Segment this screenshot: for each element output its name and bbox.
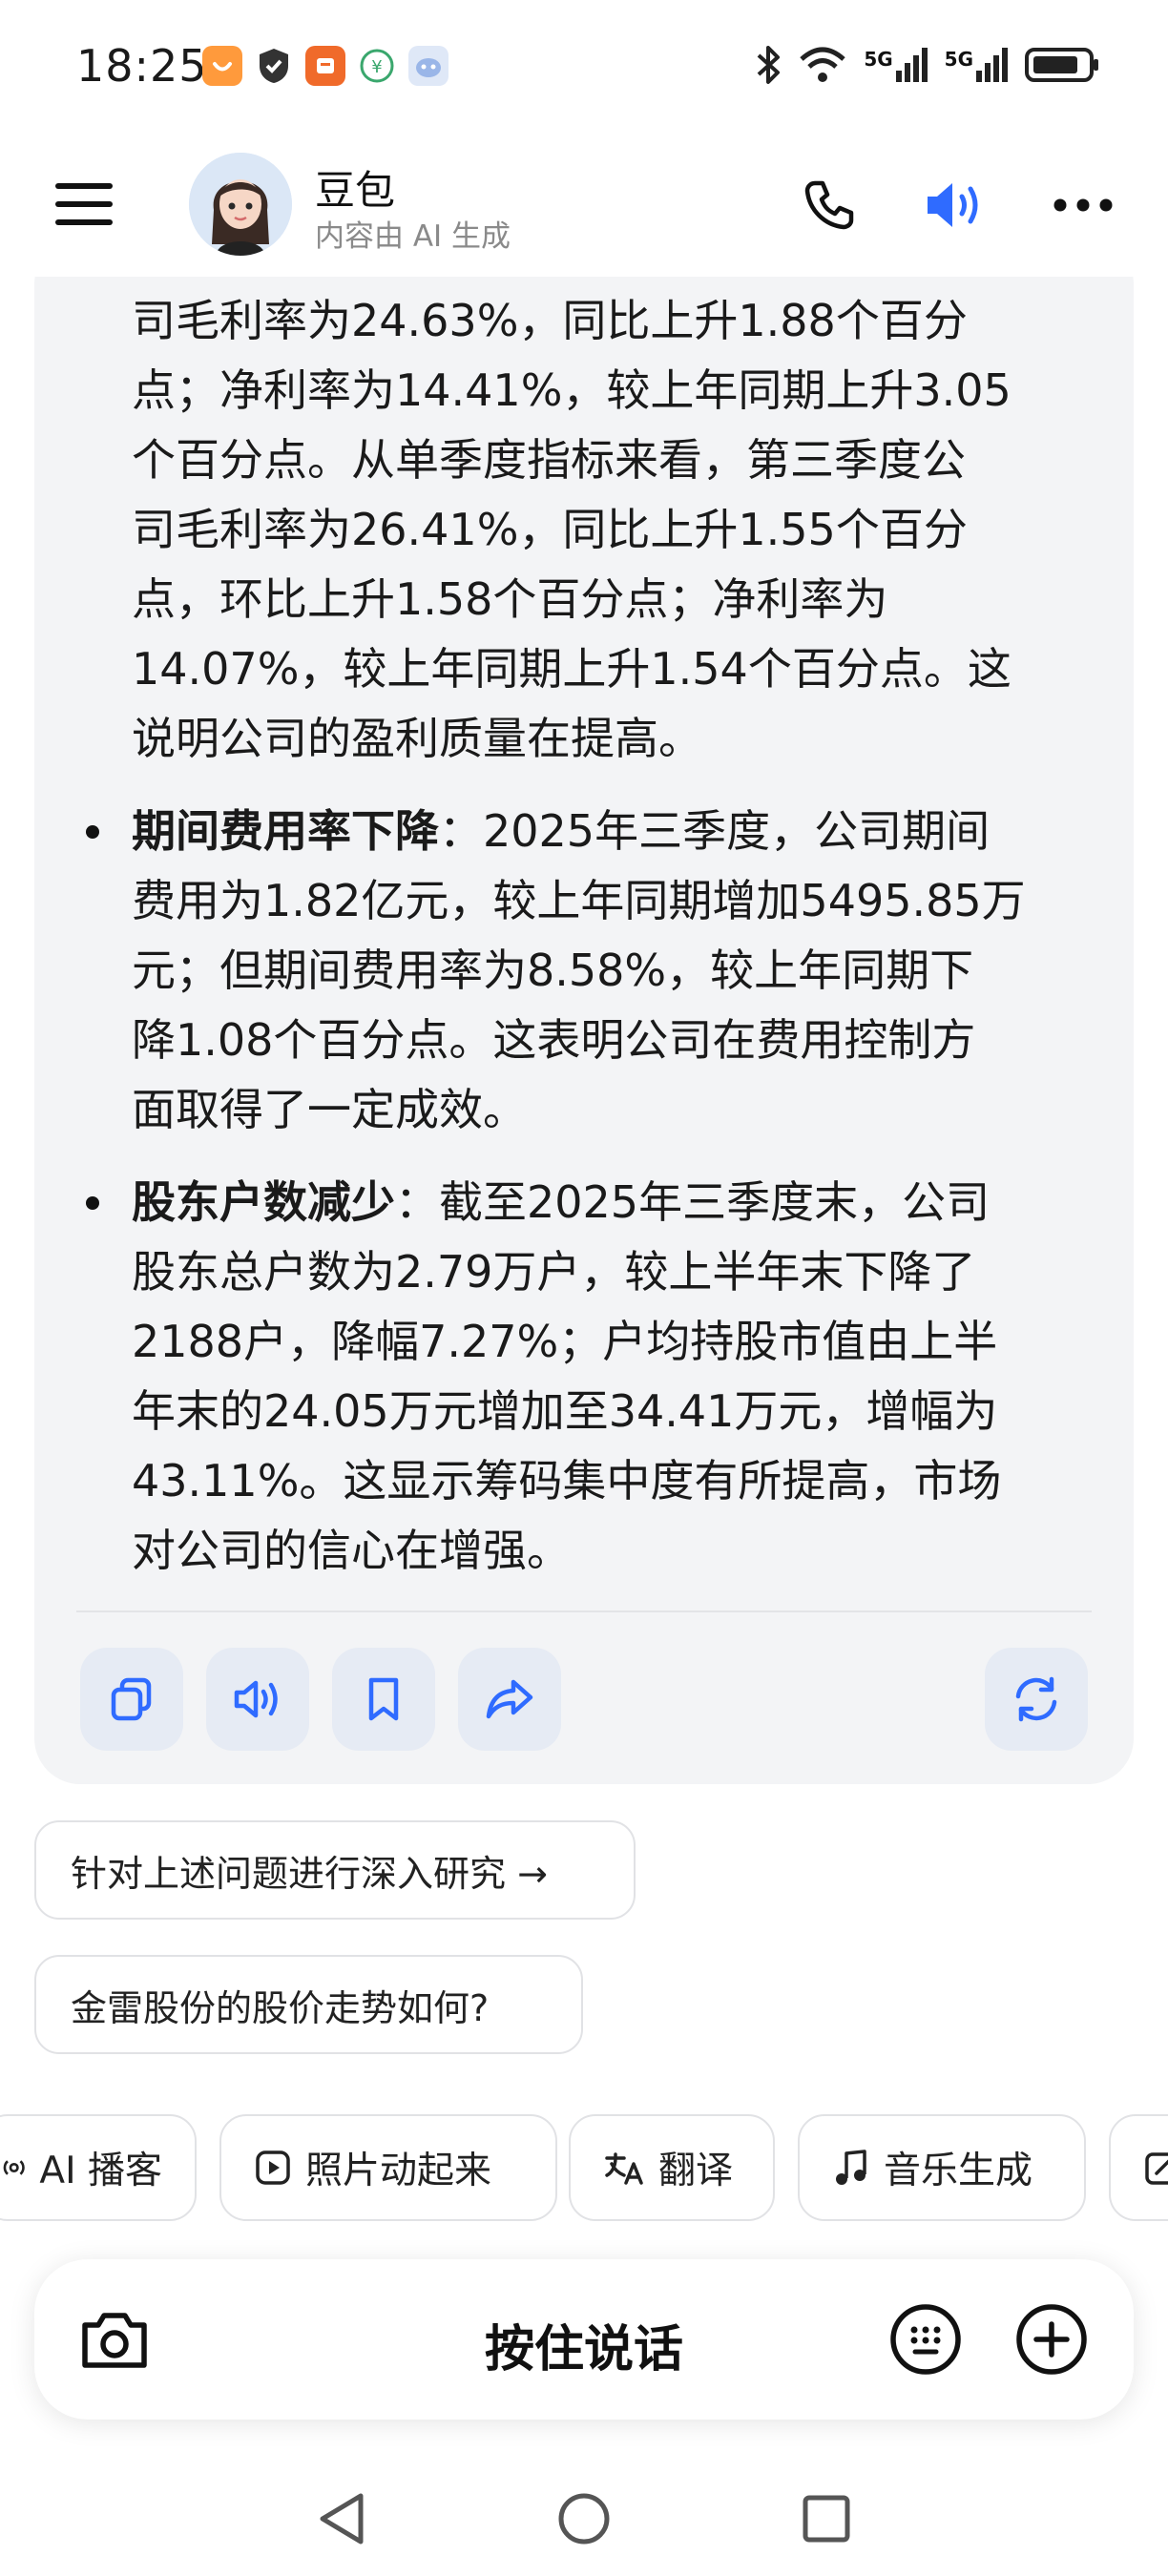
recents-button[interactable]: [788, 2481, 865, 2557]
notification-icons: ¥: [202, 46, 448, 86]
system-icons: 5G 5G: [755, 44, 1101, 86]
bullet-item: 期间费用率下降：2025年三季度，公司期间 费用为1.82亿元，较上年同期增加5…: [86, 797, 1124, 1145]
network-type-label: 5G: [944, 48, 973, 71]
suggestion-stock-trend[interactable]: 金雷股份的股价走势如何?: [34, 1955, 583, 2054]
battery-icon: [1025, 48, 1098, 82]
text-line: ：2025年三季度，公司期间: [439, 805, 991, 857]
bluetooth-icon: [757, 46, 781, 84]
recents-square-icon: [803, 2495, 850, 2543]
text-line: 费用为1.82亿元，较上年同期增加5495.85万: [132, 875, 1026, 926]
text-line: 面取得了一定成效。: [132, 1084, 527, 1135]
keyboard-button[interactable]: [884, 2297, 968, 2381]
ai-message-bubble: 司毛利率为24.63%，同比上升1.88个百分 点；净利率为14.41%，较上年…: [34, 239, 1134, 1784]
tool-ai-podcast[interactable]: AI 播客: [0, 2114, 197, 2221]
more-options-button[interactable]: [1050, 172, 1116, 239]
text-line: 年末的24.05万元增加至34.41万元，增幅为: [132, 1385, 998, 1437]
tool-edit[interactable]: [1109, 2114, 1168, 2221]
tool-translate[interactable]: 翻译: [569, 2114, 775, 2221]
menu-button[interactable]: [55, 183, 116, 225]
text-line: 司毛利率为24.63%，同比上升1.88个百分: [132, 295, 968, 346]
text-line: 司毛利率为26.41%，同比上升1.55个百分: [132, 504, 968, 555]
podcast-icon: [3, 2160, 25, 2175]
tool-label: 照片动起来: [305, 2150, 492, 2192]
chat-input-bar: 按住说话: [34, 2259, 1134, 2420]
back-button[interactable]: [303, 2481, 380, 2557]
more-icon: [1053, 198, 1113, 212]
text-line: 说明公司的盈利质量在提高。: [132, 713, 702, 764]
back-triangle-icon: [320, 2493, 364, 2545]
text-line: 个百分点。从单季度指标来看，第三季度公: [132, 434, 966, 486]
bot-avatar[interactable]: [189, 153, 292, 256]
tool-label: 翻译: [658, 2150, 734, 2192]
status-bar: 18:25 ¥ 5G 5G: [0, 0, 1168, 134]
suggestion-deep-research[interactable]: 针对上述问题进行深入研究 →: [34, 1820, 636, 1920]
voice-playback-button[interactable]: [922, 172, 989, 239]
action-divider: [76, 1610, 1092, 1612]
music-icon: [836, 2150, 866, 2185]
call-button[interactable]: [796, 172, 863, 239]
doubao-notification-icon: [408, 46, 448, 86]
bookmark-icon: [368, 1677, 399, 1721]
translate-icon: [605, 2152, 643, 2185]
home-circle-icon: [558, 2493, 610, 2545]
hold-to-talk-button[interactable]: 按住说话: [34, 2309, 1134, 2380]
shield-notification-icon: [254, 46, 294, 86]
quick-tools-row: AI 播客 照片动起来 翻译 音乐生成: [0, 2114, 1168, 2221]
cell-signal-2-icon: 5G: [945, 48, 1008, 82]
ai-generated-label: 内容由 AI 生成: [315, 219, 511, 254]
regenerate-button[interactable]: [985, 1648, 1088, 1751]
chat-header: 豆包 内容由 AI 生成: [0, 134, 1168, 277]
suggestion-label: 针对上述问题进行深入研究 →: [71, 1852, 548, 1895]
network-type-label: 5G: [864, 48, 893, 71]
text-line: 14.07%，较上年同期上升1.54个百分点。这: [132, 643, 1012, 695]
text-line: 对公司的信心在增强。: [132, 1525, 571, 1576]
taobao-notification-icon: [202, 46, 242, 86]
tool-music-generation[interactable]: 音乐生成: [798, 2114, 1086, 2221]
cell-signal-1-icon: 5G: [864, 48, 928, 82]
tool-label: 音乐生成: [884, 2150, 1033, 2192]
edit-icon: [1145, 2152, 1168, 2185]
text-line: ：截至2025年三季度末，公司: [395, 1176, 991, 1228]
refresh-icon: [1015, 1676, 1057, 1722]
intro-paragraph: 司毛利率为24.63%，同比上升1.88个百分 点；净利率为14.41%，较上年…: [132, 286, 1124, 774]
tool-label: AI 播客: [39, 2150, 162, 2192]
copy-icon: [111, 1677, 152, 1721]
read-aloud-button[interactable]: [206, 1648, 309, 1751]
svg-text:¥: ¥: [371, 57, 382, 77]
menu-icon: [55, 183, 113, 189]
bot-name: 豆包: [315, 167, 396, 214]
add-button[interactable]: [1010, 2297, 1094, 2381]
copy-button[interactable]: [80, 1648, 183, 1751]
bullet-title: 期间费用率下降: [132, 805, 439, 857]
bank-notification-icon: ¥: [357, 46, 397, 86]
bookmark-button[interactable]: [332, 1648, 435, 1751]
message-content: 司毛利率为24.63%，同比上升1.88个百分 点；净利率为14.41%，较上年…: [86, 286, 1124, 1586]
share-button[interactable]: [458, 1648, 561, 1751]
text-line: 股东总户数为2.79万户，较上半年末下降了: [132, 1246, 976, 1298]
play-icon: [256, 2150, 290, 2185]
phone-icon: [804, 180, 854, 230]
tool-animate-photo[interactable]: 照片动起来: [219, 2114, 557, 2221]
bullet-item: 股东户数减少：截至2025年三季度末，公司 股东总户数为2.79万户，较上半年末…: [86, 1168, 1124, 1586]
text-line: 点；净利率为14.41%，较上年同期上升3.05: [132, 364, 1012, 416]
status-time: 18:25: [76, 40, 208, 92]
bullet-title: 股东户数减少: [132, 1176, 395, 1228]
plus-icon: [1016, 2304, 1087, 2375]
text-line: 元；但期间费用率为8.58%，较上年同期下: [132, 945, 974, 996]
wifi-icon: [800, 47, 845, 82]
text-line: 降1.08个百分点。这表明公司在费用控制方: [132, 1014, 976, 1066]
system-navigation-bar: [0, 2462, 1168, 2576]
text-line: 43.11%。这显示筹码集中度有所提高，市场: [132, 1455, 1002, 1506]
home-button[interactable]: [546, 2481, 622, 2557]
keyboard-icon: [890, 2304, 961, 2375]
share-icon: [486, 1679, 533, 1719]
suggestion-label: 金雷股份的股价走势如何?: [71, 1986, 490, 2029]
text-line: 2188户，降幅7.27%；户均持股市值由上半: [132, 1316, 998, 1367]
speaker-icon: [928, 183, 978, 227]
bullet-list: 期间费用率下降：2025年三季度，公司期间 费用为1.82亿元，较上年同期增加5…: [86, 797, 1124, 1586]
text-line: 点，环比上升1.58个百分点；净利率为: [132, 573, 888, 625]
speaker-icon: [234, 1680, 278, 1718]
app-notification-icon: [305, 46, 345, 86]
